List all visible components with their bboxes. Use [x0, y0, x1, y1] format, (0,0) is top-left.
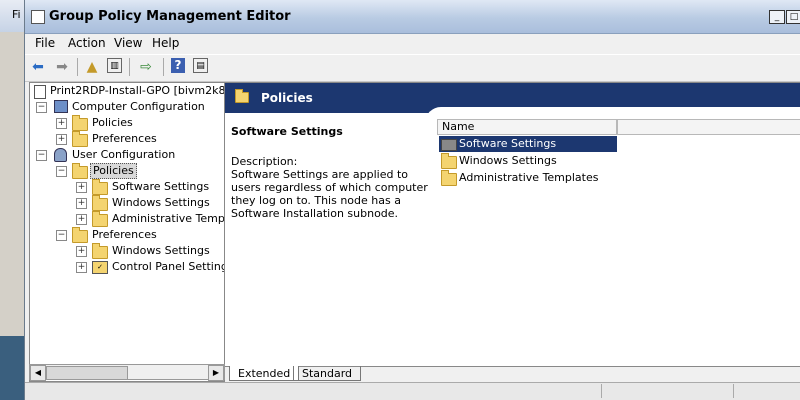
scroll-thumb[interactable]: [46, 366, 128, 380]
column-header-name[interactable]: Name: [437, 119, 617, 135]
collapse-toggle-icon[interactable]: −: [36, 102, 47, 113]
expand-toggle-icon[interactable]: +: [56, 134, 67, 145]
tree-item-label: User Configuration: [72, 148, 176, 161]
folder-icon: [441, 170, 457, 186]
menu-view[interactable]: View: [114, 36, 142, 50]
description-block: Description: Software Settings are appli…: [231, 155, 437, 220]
export-list-icon[interactable]: ⇨: [137, 58, 155, 76]
folder-icon: [72, 115, 88, 131]
details-header-title: Policies: [261, 91, 313, 105]
back-arrow-icon[interactable]: ⬅: [29, 58, 47, 76]
up-folder-icon[interactable]: ▲: [83, 58, 101, 76]
folder-icon: [92, 243, 108, 259]
status-bar-segment: [733, 384, 734, 398]
tree-item-cc-policies[interactable]: + Policies: [30, 115, 220, 131]
control-panel-icon: ✓: [92, 261, 108, 274]
tree-item-label: Preferences: [92, 132, 157, 145]
expand-toggle-icon[interactable]: +: [76, 246, 87, 257]
tree-item-label: Windows Settings: [112, 244, 210, 257]
background-window-title: Fi: [12, 8, 21, 21]
collapse-toggle-icon[interactable]: −: [36, 150, 47, 161]
collapse-toggle-icon[interactable]: −: [56, 230, 67, 241]
console-tree: Print2RDP-Install-GPO [bivm2k832. − Comp…: [29, 82, 225, 382]
list-item-label: Windows Settings: [459, 154, 557, 167]
folder-icon: [92, 179, 108, 195]
tree-horizontal-scrollbar[interactable]: ◀ ▶: [29, 364, 225, 381]
description-title: Software Settings: [231, 125, 343, 138]
details-pane: Policies Software Settings Description: …: [225, 82, 800, 382]
tree-item-label: Computer Configuration: [72, 100, 205, 113]
folder-icon: [235, 89, 249, 103]
list-item-label: Administrative Templates: [459, 171, 599, 184]
tree-item-administrative-templates[interactable]: + Administrative Templat: [30, 211, 225, 227]
menu-help[interactable]: Help: [152, 36, 179, 50]
list-item-label: Software Settings: [459, 137, 557, 150]
minimize-icon[interactable]: _: [769, 10, 785, 24]
expand-toggle-icon[interactable]: +: [76, 214, 87, 225]
folder-icon: [72, 227, 88, 243]
forward-arrow-icon[interactable]: ➡: [53, 58, 71, 76]
description-label: Description:: [231, 155, 298, 168]
tree-item-cc-preferences[interactable]: + Preferences: [30, 131, 220, 147]
list-item-windows-settings[interactable]: Windows Settings: [439, 153, 617, 169]
gpo-editor-icon: [31, 10, 45, 24]
tree-item-computer-configuration[interactable]: − Computer Configuration: [30, 99, 220, 115]
tree-item-uc-preferences[interactable]: − Preferences: [30, 227, 220, 243]
tree-item-label: Software Settings: [112, 180, 210, 193]
tab-standard[interactable]: Standard: [293, 366, 362, 381]
tree-item-label: Administrative Templat: [112, 212, 225, 225]
collapse-toggle-icon[interactable]: −: [56, 166, 67, 177]
description-text: Software Settings are applied to users r…: [231, 168, 428, 220]
background-desktop-strip: [0, 336, 26, 400]
gpo-document-icon: [34, 85, 46, 99]
folder-icon: [92, 211, 108, 227]
show-hide-tree-icon[interactable]: ▥: [107, 58, 122, 73]
maximize-icon[interactable]: □: [786, 10, 800, 24]
menu-action[interactable]: Action: [68, 36, 106, 50]
computer-icon: [54, 100, 68, 113]
expand-toggle-icon[interactable]: +: [76, 182, 87, 193]
tree-item-label: Policies: [92, 116, 133, 129]
folder-icon: [92, 195, 108, 211]
tab-extended[interactable]: Extended: [229, 366, 300, 381]
window-title: Group Policy Management Editor: [49, 9, 291, 24]
tree-item-user-configuration[interactable]: − User Configuration: [30, 147, 220, 163]
user-icon: [54, 148, 67, 162]
scroll-left-icon[interactable]: ◀: [30, 365, 46, 381]
scroll-right-icon[interactable]: ▶: [208, 365, 224, 381]
folder-icon: [72, 163, 88, 179]
expand-toggle-icon[interactable]: +: [76, 262, 87, 273]
status-bar-segment: [601, 384, 602, 398]
tree-item-label: Control Panel Settings: [112, 260, 225, 273]
tree-item-control-panel-settings[interactable]: + ✓ Control Panel Settings: [30, 259, 225, 275]
toolbar-separator: [77, 58, 78, 76]
toolbar-separator: [129, 58, 130, 76]
properties-icon[interactable]: ▤: [193, 58, 208, 73]
tree-item-label: Windows Settings: [112, 196, 210, 209]
tree-root-label: Print2RDP-Install-GPO [bivm2k832.: [50, 84, 225, 97]
menu-file[interactable]: File: [35, 36, 55, 50]
folder-icon: [441, 139, 457, 151]
folder-icon: [72, 131, 88, 147]
gpo-editor-window: Group Policy Management Editor _ □ File …: [24, 0, 800, 400]
column-header-empty: [617, 119, 800, 135]
tree-item-windows-settings[interactable]: + Windows Settings: [30, 195, 220, 211]
tree-item-software-settings[interactable]: + Software Settings: [30, 179, 220, 195]
expand-toggle-icon[interactable]: +: [76, 198, 87, 209]
folder-icon: [441, 153, 457, 169]
toolbar-separator: [163, 58, 164, 76]
tree-item-label-selected: Policies: [90, 163, 137, 179]
list-item-administrative-templates[interactable]: Administrative Templates: [439, 170, 617, 186]
tree-item-pref-windows-settings[interactable]: + Windows Settings: [30, 243, 220, 259]
list-item-software-settings[interactable]: Software Settings: [439, 136, 617, 152]
status-bar: [25, 382, 800, 400]
help-icon[interactable]: ?: [171, 58, 185, 73]
tree-item-uc-policies[interactable]: − Policies: [30, 163, 220, 179]
expand-toggle-icon[interactable]: +: [56, 118, 67, 129]
tree-item-label: Preferences: [92, 228, 157, 241]
